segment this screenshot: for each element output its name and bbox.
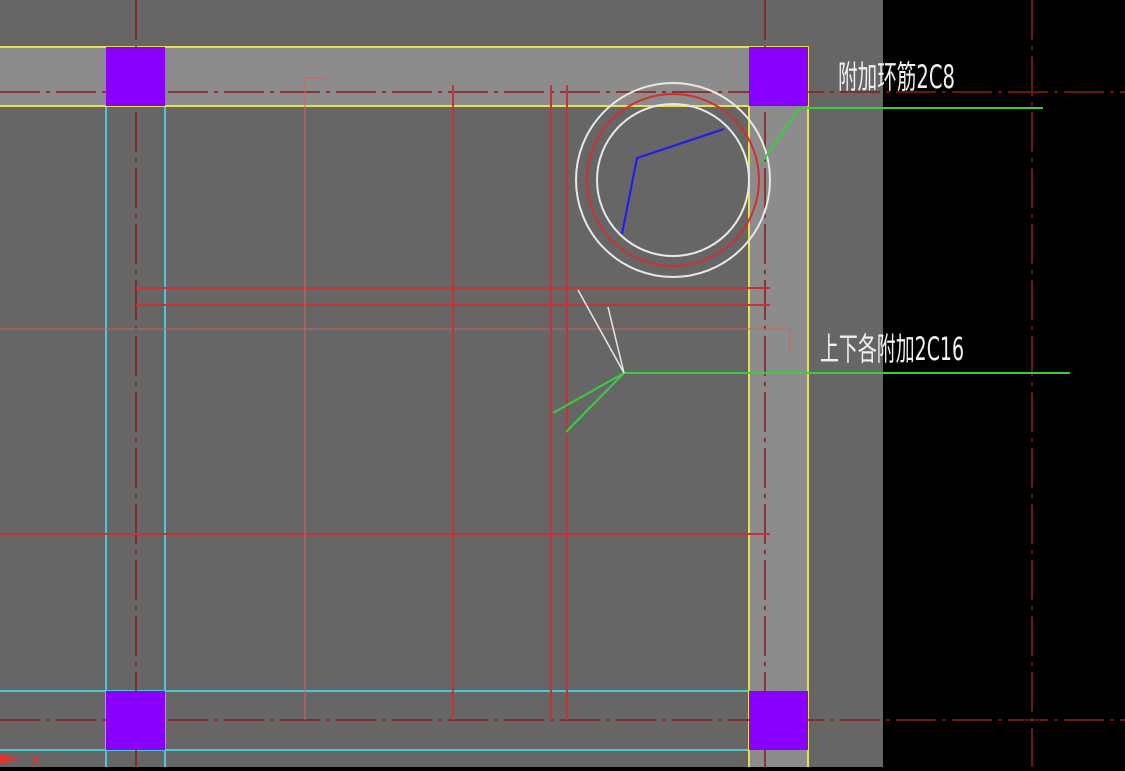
opening-rebar-label: 上下各附加2C16 — [820, 330, 964, 368]
ring-rebar-label: 附加环筋2C8 — [838, 58, 955, 96]
cad-drawing: 附加环筋2C8 上下各附加2C16 X — [0, 0, 1125, 769]
column-bottom-left — [106, 691, 165, 750]
column-top-left — [106, 47, 165, 106]
column-top-right — [749, 47, 808, 106]
cad-canvas[interactable]: 附加环筋2C8 上下各附加2C16 X — [0, 0, 1125, 769]
column-bottom-right — [749, 691, 808, 750]
right-beam — [749, 47, 808, 767]
ucs-axis-label: X — [31, 754, 40, 767]
